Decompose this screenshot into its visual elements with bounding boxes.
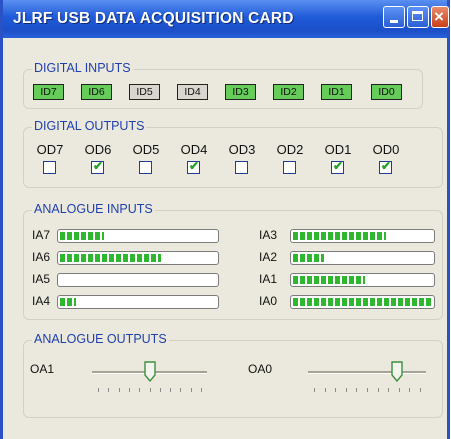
- digital-output-label-od3: OD3: [228, 142, 256, 157]
- slider-tick: [346, 388, 347, 392]
- slider-tick: [160, 388, 161, 392]
- digital-outputs-title: DIGITAL OUTPUTS: [32, 119, 147, 133]
- checkbox-od0[interactable]: ✔: [379, 159, 392, 174]
- slider-ticks: [314, 388, 421, 392]
- level-fill: [293, 232, 386, 240]
- level-fill: [60, 298, 76, 306]
- slider-track: [308, 371, 426, 374]
- led-id7: ID7: [33, 84, 64, 100]
- slider-thumb[interactable]: [144, 361, 156, 383]
- digital-output-label-od7: OD7: [36, 142, 64, 157]
- slider-ticks: [98, 388, 202, 392]
- slider-tick: [139, 388, 140, 392]
- analogue-input-label-ia5: IA5: [32, 272, 51, 286]
- level-fill: [293, 254, 324, 262]
- digital-inputs-group: DIGITAL INPUTS ID7 ID6 ID5 ID4 ID3 ID2 ID1 ID0: [23, 61, 423, 109]
- checkbox-od2[interactable]: [283, 161, 296, 174]
- led-id3: ID3: [225, 84, 256, 100]
- slider-tick: [409, 388, 410, 392]
- title-bar[interactable]: JLRF USB DATA ACQUISITION CARD ×: [3, 0, 449, 38]
- led-id4: ID4: [177, 84, 208, 100]
- checkbox-od4[interactable]: ✔: [187, 159, 200, 174]
- digital-output-label-od6: OD6: [84, 142, 112, 157]
- slider-tick: [420, 388, 421, 392]
- checkmark-icon: ✔: [381, 159, 392, 173]
- analogue-input-bar-ia3: [290, 229, 435, 243]
- slider-tick: [325, 388, 326, 392]
- slider-tick: [191, 388, 192, 392]
- minimize-icon: [390, 20, 398, 23]
- analogue-input-label-ia7: IA7: [32, 228, 51, 242]
- slider-tick: [108, 388, 109, 392]
- digital-inputs-title: DIGITAL INPUTS: [32, 61, 133, 75]
- digital-outputs-group: DIGITAL OUTPUTS OD7 OD6 ✔ OD5 OD4 ✔ OD3 OD2 OD1 ✔…: [23, 119, 443, 188]
- close-icon: ×: [434, 7, 444, 26]
- analogue-input-bar-ia4: [57, 295, 219, 309]
- led-id1: ID1: [321, 84, 352, 100]
- slider-tick: [399, 388, 400, 392]
- analogue-input-bar-ia0: [290, 295, 435, 309]
- analogue-output-label-oa1: OA1: [30, 362, 55, 376]
- analogue-outputs-title: ANALOGUE OUTPUTS: [32, 332, 169, 346]
- app-window: JLRF USB DATA ACQUISITION CARD × DIGITAL…: [0, 0, 450, 439]
- slider-tick: [335, 388, 336, 392]
- analogue-input-bar-ia7: [57, 229, 219, 243]
- analogue-input-label-ia3: IA3: [259, 228, 278, 242]
- led-id0: ID0: [371, 84, 402, 100]
- slider-tick: [378, 388, 379, 392]
- checkbox-od5[interactable]: [139, 161, 152, 174]
- digital-output-label-od1: OD1: [324, 142, 352, 157]
- slider-tick: [388, 388, 389, 392]
- checkmark-icon: ✔: [333, 159, 344, 173]
- level-fill: [60, 254, 161, 262]
- slider-tick: [98, 388, 99, 392]
- analogue-input-bar-ia1: [290, 273, 435, 287]
- slider-oa1[interactable]: [92, 361, 207, 401]
- analogue-input-label-ia1: IA1: [259, 272, 278, 286]
- analogue-inputs-title: ANALOGUE INPUTS: [32, 202, 155, 216]
- analogue-input-label-ia2: IA2: [259, 250, 278, 264]
- analogue-inputs-group: ANALOGUE INPUTS IA7 IA6 IA5 IA4 IA3 IA2 IA1 IA0: [23, 202, 443, 320]
- analogue-outputs-group: ANALOGUE OUTPUTS OA1 OA0: [23, 332, 443, 418]
- level-fill: [60, 232, 104, 240]
- slider-tick: [367, 388, 368, 392]
- maximize-icon: [412, 11, 423, 21]
- analogue-input-bar-ia6: [57, 251, 219, 265]
- close-button[interactable]: ×: [431, 6, 449, 28]
- analogue-input-label-ia0: IA0: [259, 294, 278, 308]
- minimize-button[interactable]: [383, 6, 405, 28]
- analogue-input-label-ia4: IA4: [32, 294, 51, 308]
- checkbox-od3[interactable]: [235, 161, 248, 174]
- digital-output-label-od0: OD0: [372, 142, 400, 157]
- slider-tick: [314, 388, 315, 392]
- slider-tick: [150, 388, 151, 392]
- window-title: JLRF USB DATA ACQUISITION CARD: [13, 10, 294, 27]
- slider-tick: [356, 388, 357, 392]
- slider-oa0[interactable]: [308, 361, 426, 401]
- analogue-input-bar-ia2: [290, 251, 435, 265]
- checkbox-od1[interactable]: ✔: [331, 159, 344, 174]
- analogue-input-label-ia6: IA6: [32, 250, 51, 264]
- led-id5: ID5: [129, 84, 160, 100]
- led-id2: ID2: [273, 84, 304, 100]
- slider-thumb[interactable]: [391, 361, 403, 383]
- checkbox-od6[interactable]: ✔: [91, 159, 104, 174]
- slider-tick: [129, 388, 130, 392]
- checkmark-icon: ✔: [93, 159, 104, 173]
- analogue-input-bar-ia5: [57, 273, 219, 287]
- slider-tick: [201, 388, 202, 392]
- slider-tick: [180, 388, 181, 392]
- slider-tick: [119, 388, 120, 392]
- analogue-output-label-oa0: OA0: [248, 362, 273, 376]
- digital-output-label-od2: OD2: [276, 142, 304, 157]
- level-fill: [293, 298, 432, 306]
- maximize-button[interactable]: [407, 6, 429, 28]
- slider-tick: [170, 388, 171, 392]
- led-id6: ID6: [81, 84, 112, 100]
- digital-output-label-od5: OD5: [132, 142, 160, 157]
- digital-output-label-od4: OD4: [180, 142, 208, 157]
- checkbox-od7[interactable]: [43, 161, 56, 174]
- checkmark-icon: ✔: [189, 159, 200, 173]
- level-fill: [293, 276, 365, 284]
